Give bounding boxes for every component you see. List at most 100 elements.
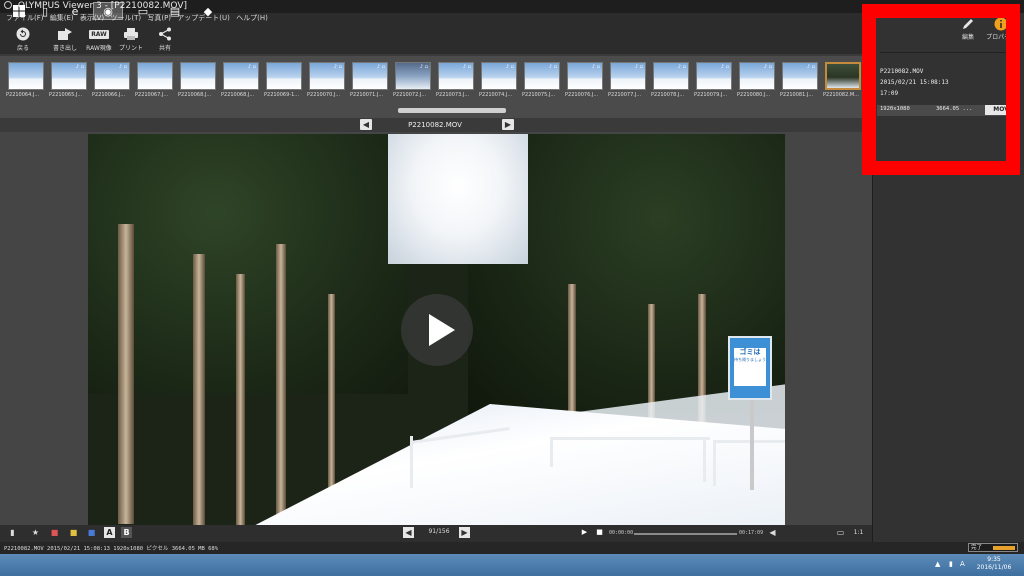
trash-icon[interactable]: ▮: [7, 527, 18, 538]
thumbnail-item[interactable]: ♪ ▫ P2210073.J...: [436, 60, 476, 100]
prev-button[interactable]: ◀: [403, 527, 414, 538]
tree-trunk: [118, 224, 134, 524]
print-label: プリント: [118, 45, 143, 52]
thumbnail-item[interactable]: ♪ ▫ P2210072.J...: [393, 60, 433, 100]
tree-trunk: [193, 254, 205, 525]
thumbnail-tag: ♪ ▫: [634, 64, 643, 70]
red-highlight-box: [862, 4, 1020, 175]
thumbnail-item[interactable]: P2210069-1...: [264, 60, 304, 100]
network-icon[interactable]: ▮: [949, 560, 953, 568]
thumbnail-item[interactable]: ♪ ▫ P2210077.J...: [608, 60, 648, 100]
thumbnail-item[interactable]: ♪ ▫ P2210078.J...: [651, 60, 691, 100]
guard-rail-post: [410, 436, 413, 488]
thumbnail-item[interactable]: P2210082.M...: [823, 60, 863, 100]
app-icon-misc[interactable]: ◆: [193, 2, 223, 20]
toolbar: 戻る 書き出し RAW RAW現像 プリント 共有: [0, 24, 862, 54]
internet-explorer-icon[interactable]: e: [60, 2, 90, 20]
thumbnail-image: ♪ ▫: [51, 62, 87, 90]
fit-view-icon[interactable]: ▭: [835, 527, 846, 538]
volume-icon[interactable]: ◀: [767, 527, 778, 538]
thumbnail-tag: ♪ ▫: [505, 64, 514, 70]
thumbnail-item[interactable]: ♪ ▫ P2210076.J...: [565, 60, 605, 100]
play-video-button[interactable]: [401, 294, 473, 366]
preview-filename: P2210082.MOV: [408, 121, 462, 129]
remote-desktop-icon[interactable]: ▭: [128, 2, 158, 20]
thumbnail-caption: P2210070.J...: [307, 92, 341, 98]
tray-arrow-icon[interactable]: ▲: [935, 560, 940, 568]
stop-icon[interactable]: ■: [594, 527, 605, 538]
play-small-icon[interactable]: ▶: [579, 527, 590, 538]
next-file-button[interactable]: ▶: [502, 119, 514, 130]
progress-bar: [993, 546, 1015, 550]
next-button[interactable]: ▶: [459, 527, 470, 538]
prev-file-button[interactable]: ◀: [360, 119, 372, 130]
thumbnail-item[interactable]: ♪ ▫ P2210080.J...: [737, 60, 777, 100]
thumbnail-image: ♪ ▫: [782, 62, 818, 90]
export-button[interactable]: 書き出し: [48, 26, 82, 52]
thumbnail-caption: P2210072.J...: [393, 92, 427, 98]
back-label: 戻る: [16, 45, 29, 52]
no-littering-sign: ゴミは 持ち帰りましょう: [728, 336, 772, 400]
thumbnail-image: ♪ ▫: [94, 62, 130, 90]
print-button[interactable]: プリント: [114, 26, 148, 52]
status-text: P2210082.MOV 2015/02/21 15:08:13 1920x10…: [4, 546, 219, 552]
done-label: 完了: [971, 545, 983, 551]
thumbnail-item[interactable]: ♪ ▫ P2210075.J...: [522, 60, 562, 100]
olympus-viewer-taskbar-icon[interactable]: ◉: [93, 2, 123, 20]
red-label-icon[interactable]: ■: [49, 527, 60, 538]
guard-rail: [713, 440, 785, 443]
thumbnail-item[interactable]: ♪ ▫ P2210066.J...: [92, 60, 132, 100]
back-button[interactable]: 戻る: [6, 26, 40, 52]
thumbnail-item[interactable]: P2210067.J...: [135, 60, 175, 100]
sign-face: ゴミは 持ち帰りましょう: [734, 348, 766, 386]
export-icon: [48, 26, 82, 42]
thumbnail-caption: P2210074.J...: [479, 92, 513, 98]
thumbnail-item[interactable]: ♪ ▫ P2210071.J...: [350, 60, 390, 100]
ime-indicator[interactable]: A: [960, 560, 965, 568]
thumbnail-image: ♪ ▫: [481, 62, 517, 90]
file-explorer-icon[interactable]: ▤: [160, 2, 190, 20]
thumbnail-image: [180, 62, 216, 90]
yellow-label-icon[interactable]: ■: [68, 527, 79, 538]
olympus-viewer-window: OLYMPUS Viewer 3 - [P2210082.MOV] ファイル(F…: [0, 0, 1024, 576]
seek-bar[interactable]: [634, 533, 737, 535]
thumbnail-item[interactable]: ♪ ▫ P2210081.J...: [780, 60, 820, 100]
video-preview[interactable]: ゴミは 持ち帰りましょう: [88, 134, 785, 525]
thumbnail-scrollbar[interactable]: [398, 108, 506, 113]
thumbnail-image: [266, 62, 302, 90]
actual-size-button[interactable]: 1:1: [853, 527, 864, 538]
thumbnail-item[interactable]: P2210064.J...: [6, 60, 46, 100]
label-a-button[interactable]: A: [104, 527, 115, 538]
raw-dev-button[interactable]: RAW RAW現像: [82, 26, 116, 52]
thumbnail-tag: ♪ ▫: [720, 64, 729, 70]
thumbnail-caption: P2210065.J...: [49, 92, 83, 98]
thumbnail-item[interactable]: P2210068.J...: [178, 60, 218, 100]
windows-taskbar: [0, 554, 1024, 576]
thumbnail-caption: P2210064.J...: [6, 92, 40, 98]
thumbnail-item[interactable]: ♪ ▫ P2210074.J...: [479, 60, 519, 100]
blue-label-icon[interactable]: ■: [86, 527, 97, 538]
clock-date: 2016/11/06: [976, 564, 1012, 571]
thumbnail-item[interactable]: ♪ ▫ P2210070.J...: [307, 60, 347, 100]
share-button[interactable]: 共有: [148, 26, 182, 52]
guard-rail-post: [703, 437, 706, 482]
thumbnail-item[interactable]: ♪ ▫ P2210068.J...: [221, 60, 261, 100]
tree-trunk: [276, 244, 286, 525]
document-app-icon[interactable]: ▯: [30, 2, 60, 20]
thumbnail-caption: P2210079.J...: [694, 92, 728, 98]
progress-indicator: 完了: [968, 543, 1018, 552]
thumbnail-item[interactable]: ♪ ▫ P2210065.J...: [49, 60, 89, 100]
taskbar-clock[interactable]: 9:35 2016/11/06: [966, 556, 1022, 572]
star-icon[interactable]: ★: [30, 527, 41, 538]
thumbnail-image: ♪ ▫: [653, 62, 689, 90]
thumbnail-image: ♪ ▫: [223, 62, 259, 90]
raw-dev-label: RAW現像: [86, 45, 112, 52]
guard-rail-post: [713, 440, 716, 486]
thumbnail-item[interactable]: ♪ ▫ P2210079.J...: [694, 60, 734, 100]
thumbnail-image: ♪ ▫: [395, 62, 431, 90]
volume-slider[interactable]: [783, 531, 828, 546]
menu-help[interactable]: ヘルプ(H): [236, 14, 268, 22]
sign-text-1: ゴミは: [739, 348, 761, 356]
thumbnail-caption: P2210068.J...: [178, 92, 212, 98]
label-b-button[interactable]: B: [121, 527, 132, 538]
